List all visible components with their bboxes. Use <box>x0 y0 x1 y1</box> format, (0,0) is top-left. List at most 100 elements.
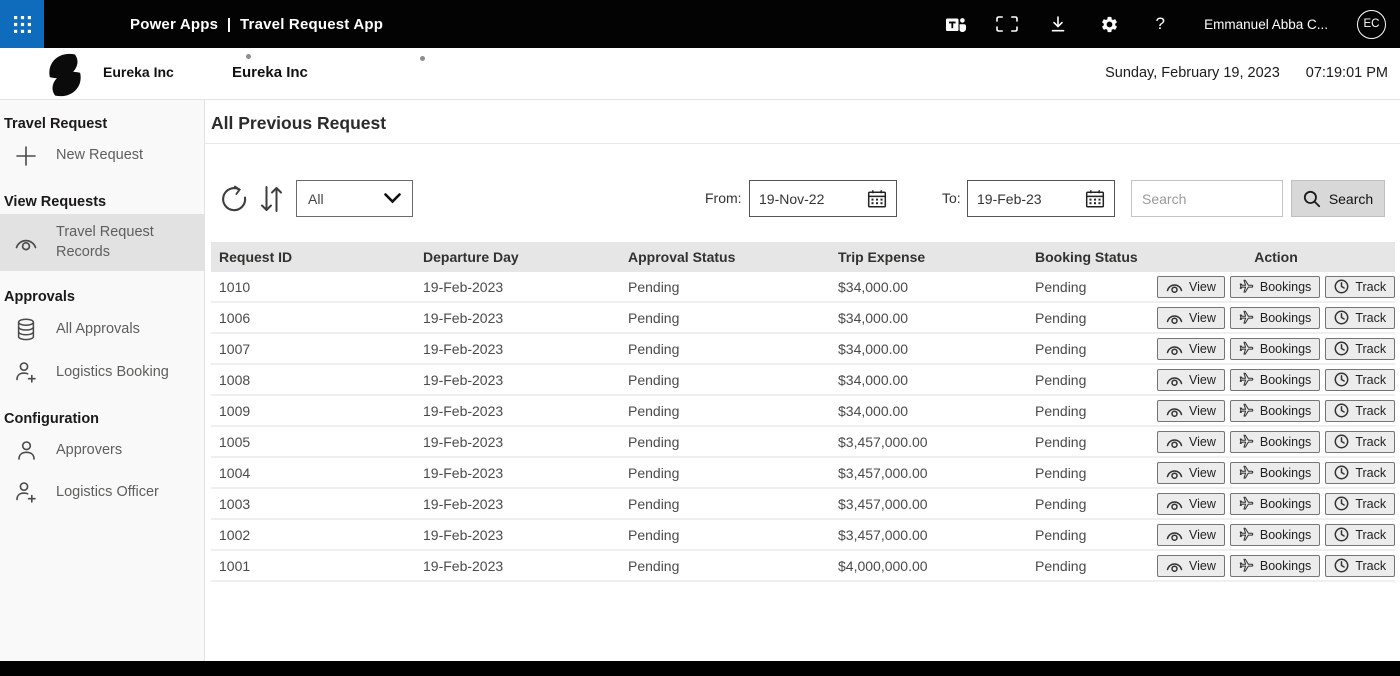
logo-label: Eureka Inc <box>103 64 174 80</box>
departure-day-cell: 19-Feb-2023 <box>415 465 620 481</box>
fit-to-screen-icon[interactable] <box>996 12 1018 36</box>
database-icon <box>13 318 39 341</box>
view-button[interactable]: View <box>1157 338 1225 360</box>
bookings-button[interactable]: Bookings <box>1230 369 1320 391</box>
booking-status-cell: Pending <box>1027 496 1157 512</box>
avatar[interactable]: EC <box>1357 10 1386 39</box>
departure-day-cell: 19-Feb-2023 <box>415 527 620 543</box>
clock-icon <box>1334 279 1349 294</box>
airplane-icon <box>1239 279 1254 294</box>
filter-dropdown[interactable]: All <box>296 180 413 217</box>
bookings-button[interactable]: Bookings <box>1230 400 1320 422</box>
from-date-input[interactable]: 19-Nov-22 <box>749 180 897 217</box>
approval-status-cell: Pending <box>620 465 830 481</box>
search-input[interactable] <box>1131 180 1283 217</box>
approval-status-cell: Pending <box>620 496 830 512</box>
col-departure-day: Departure Day <box>415 249 620 265</box>
track-button-label: Track <box>1355 559 1386 573</box>
bookings-button[interactable]: Bookings <box>1230 338 1320 360</box>
plus-icon <box>13 145 39 167</box>
track-button[interactable]: Track <box>1325 307 1395 329</box>
help-icon[interactable]: ? <box>1149 12 1171 36</box>
search-button[interactable]: Search <box>1291 180 1385 217</box>
airplane-icon <box>1239 465 1254 480</box>
sidebar-item-logistics-booking[interactable]: Logistics Booking <box>0 352 204 393</box>
approval-status-cell: Pending <box>620 434 830 450</box>
artifact-dot <box>246 54 251 59</box>
track-button[interactable]: Track <box>1325 400 1395 422</box>
track-button[interactable]: Track <box>1325 369 1395 391</box>
track-button-label: Track <box>1355 280 1386 294</box>
view-eye-icon <box>1166 405 1183 417</box>
sidebar-item-new-request[interactable]: New Request <box>0 136 204 176</box>
view-button[interactable]: View <box>1157 555 1225 577</box>
calendar-icon[interactable] <box>867 189 887 209</box>
track-button[interactable]: Track <box>1325 431 1395 453</box>
settings-gear-icon[interactable] <box>1098 12 1120 36</box>
departure-day-cell: 19-Feb-2023 <box>415 372 620 388</box>
clock-icon <box>1334 465 1349 480</box>
view-eye-icon <box>1166 467 1183 479</box>
bookings-button[interactable]: Bookings <box>1230 462 1320 484</box>
departure-day-cell: 19-Feb-2023 <box>415 279 620 295</box>
track-button[interactable]: Track <box>1325 555 1395 577</box>
bookings-button[interactable]: Bookings <box>1230 431 1320 453</box>
sidebar-item-logistics-officer[interactable]: Logistics Officer <box>0 472 204 513</box>
view-button-label: View <box>1189 559 1216 573</box>
calendar-icon[interactable] <box>1085 189 1105 209</box>
track-button[interactable]: Track <box>1325 276 1395 298</box>
view-eye-icon <box>1166 498 1183 510</box>
download-icon[interactable] <box>1047 12 1069 36</box>
bookings-button[interactable]: Bookings <box>1230 307 1320 329</box>
clock-icon <box>1334 403 1349 418</box>
bookings-button-label: Bookings <box>1260 497 1311 511</box>
track-button[interactable]: Track <box>1325 524 1395 546</box>
track-button[interactable]: Track <box>1325 338 1395 360</box>
user-name[interactable]: Emmanuel Abba C... <box>1204 17 1328 32</box>
sidebar-item-all-approvals[interactable]: All Approvals <box>0 309 204 350</box>
requests-table: Request ID Departure Day Approval Status… <box>211 242 1395 582</box>
track-button[interactable]: Track <box>1325 462 1395 484</box>
person-add-icon <box>13 361 39 384</box>
bookings-button-label: Bookings <box>1260 528 1311 542</box>
booking-status-cell: Pending <box>1027 310 1157 326</box>
bookings-button[interactable]: Bookings <box>1230 493 1320 515</box>
view-icon <box>13 234 39 251</box>
bookings-button-label: Bookings <box>1260 435 1311 449</box>
sidebar-item-approvers[interactable]: Approvers <box>0 431 204 470</box>
bookings-button[interactable]: Bookings <box>1230 276 1320 298</box>
view-button[interactable]: View <box>1157 400 1225 422</box>
app-launcher-icon[interactable] <box>0 0 44 48</box>
action-cell: View Bookings Track <box>1157 276 1396 298</box>
view-button[interactable]: View <box>1157 493 1225 515</box>
view-button[interactable]: View <box>1157 431 1225 453</box>
view-eye-icon <box>1166 436 1183 448</box>
view-button[interactable]: View <box>1157 307 1225 329</box>
to-date-input[interactable]: 19-Feb-23 <box>967 180 1115 217</box>
track-button-label: Track <box>1355 435 1386 449</box>
app-screen: Power Apps | Travel Request App <box>0 0 1400 676</box>
teams-icon[interactable] <box>945 12 967 36</box>
view-button[interactable]: View <box>1157 276 1225 298</box>
departure-day-cell: 19-Feb-2023 <box>415 310 620 326</box>
sort-icon[interactable] <box>260 183 283 215</box>
bookings-button[interactable]: Bookings <box>1230 524 1320 546</box>
departure-day-cell: 19-Feb-2023 <box>415 434 620 450</box>
request-id-cell: 1009 <box>211 403 415 419</box>
bookings-button[interactable]: Bookings <box>1230 555 1320 577</box>
booking-status-cell: Pending <box>1027 465 1157 481</box>
search-icon <box>1303 190 1321 208</box>
view-button[interactable]: View <box>1157 524 1225 546</box>
view-button[interactable]: View <box>1157 369 1225 391</box>
sidebar-item-travel-request-records[interactable]: Travel Request Records <box>0 214 204 271</box>
view-button[interactable]: View <box>1157 462 1225 484</box>
departure-day-cell: 19-Feb-2023 <box>415 558 620 574</box>
booking-status-cell: Pending <box>1027 527 1157 543</box>
track-button[interactable]: Track <box>1325 493 1395 515</box>
airplane-icon <box>1239 558 1254 573</box>
refresh-icon[interactable] <box>219 184 249 214</box>
table-row: 1010 19-Feb-2023 Pending $34,000.00 Pend… <box>211 272 1395 303</box>
footer-bar <box>0 661 1400 676</box>
search-button-label: Search <box>1329 191 1373 207</box>
view-button-label: View <box>1189 280 1216 294</box>
